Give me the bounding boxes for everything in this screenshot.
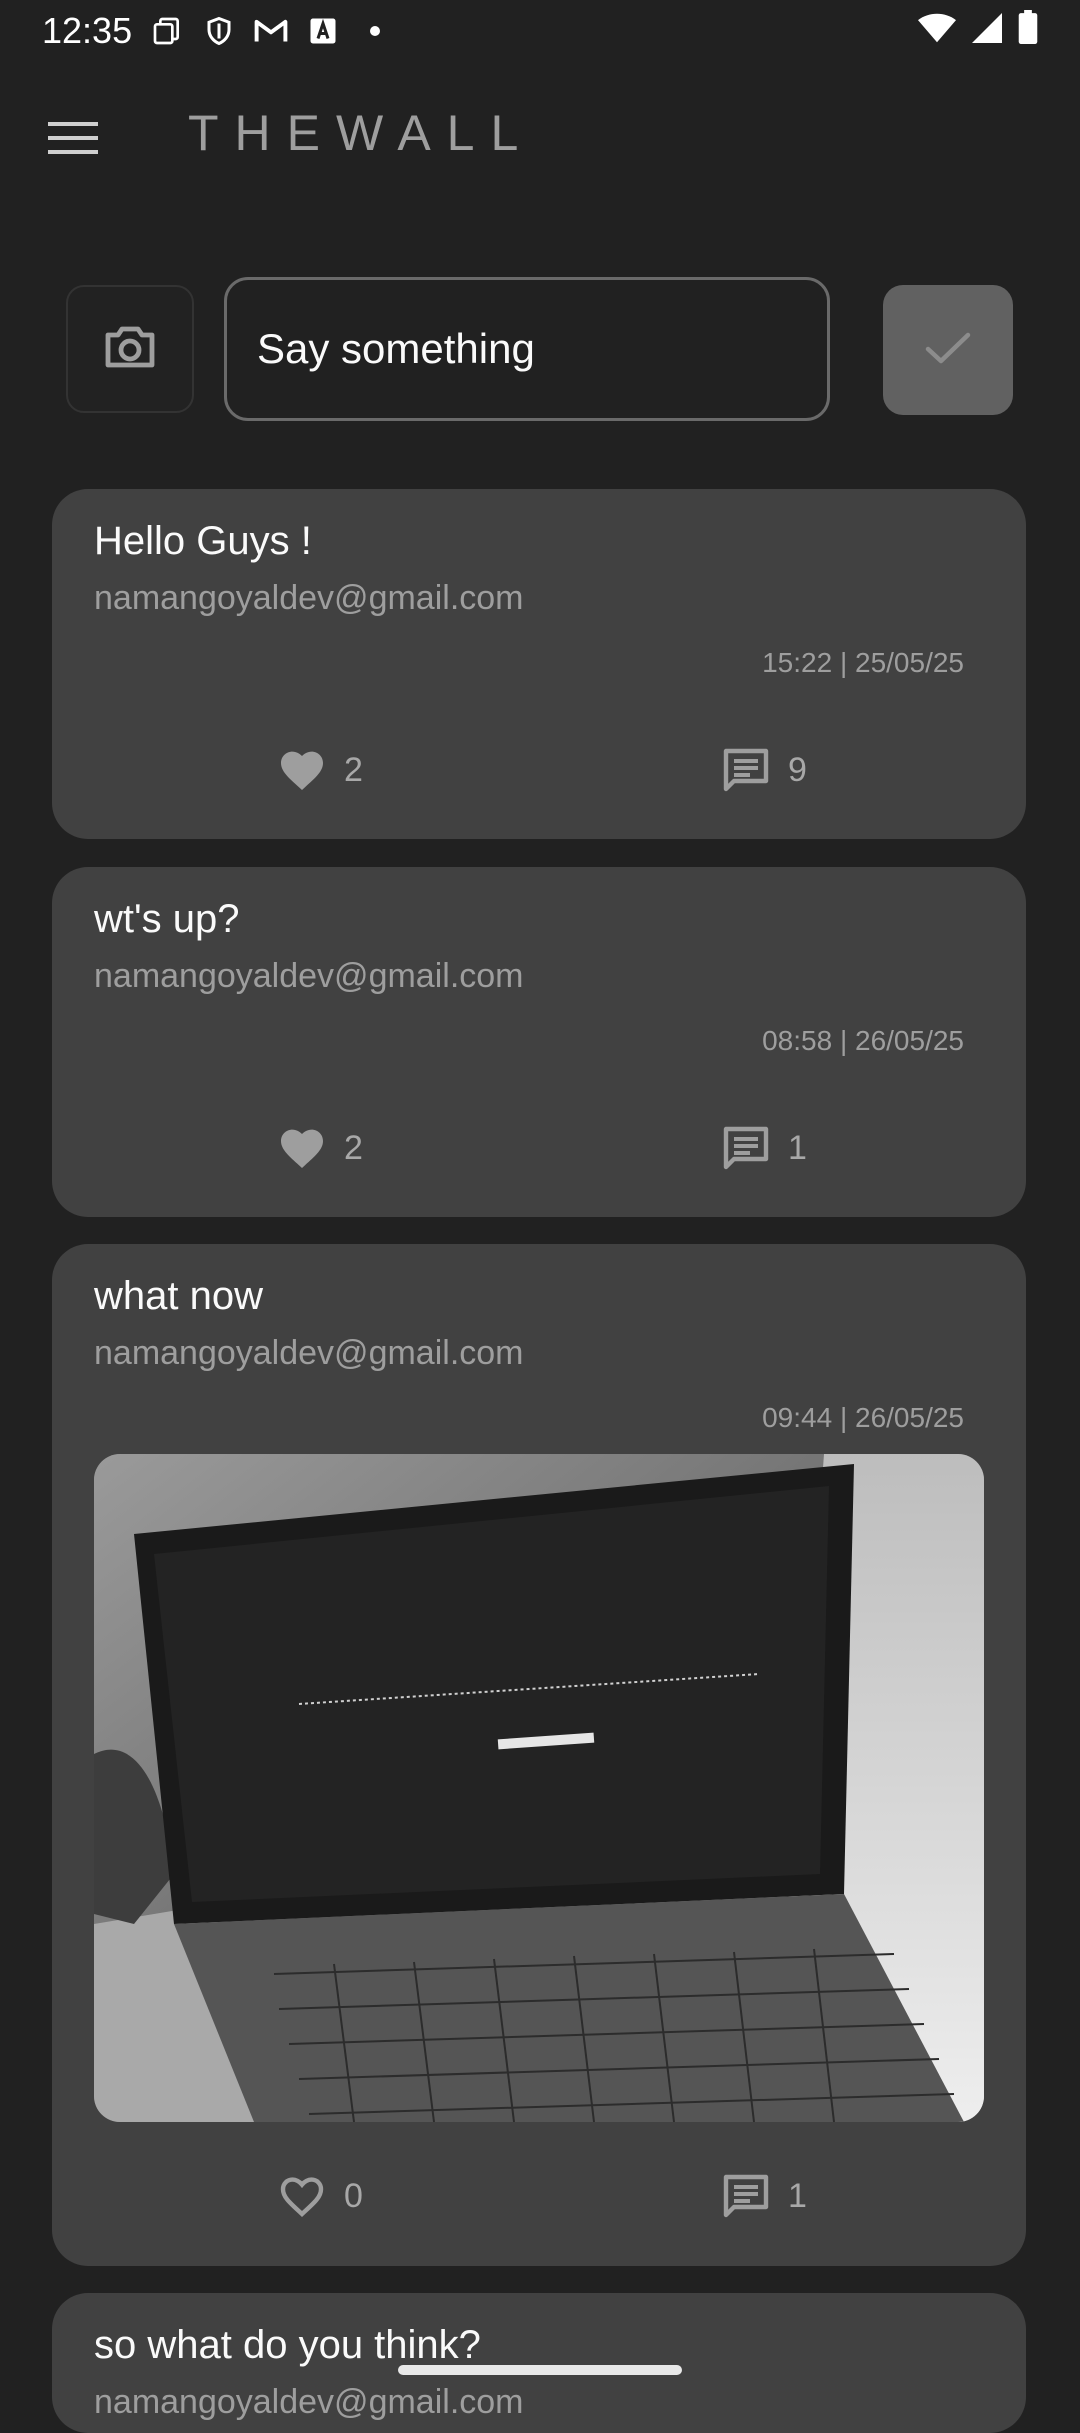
like-count: 0: [344, 2176, 363, 2215]
post-message: what now: [94, 1274, 263, 1318]
post-timestamp: 08:58 | 26/05/25: [762, 1025, 964, 1056]
post-image[interactable]: [94, 1454, 984, 2122]
comment-icon: [720, 744, 772, 796]
post-actions: 0 1: [52, 2170, 1026, 2230]
menu-button[interactable]: [36, 110, 110, 170]
comment-count: 1: [788, 2176, 807, 2215]
post-input-placeholder: Say something: [257, 325, 535, 372]
comment-button[interactable]: 1: [720, 1122, 807, 1174]
heart-filled-icon: [276, 744, 328, 796]
app-bar: THEWALL: [0, 100, 1080, 180]
menu-icon: [48, 120, 98, 161]
comment-icon: [720, 2170, 772, 2222]
camera-icon: [102, 323, 158, 376]
status-bar: 12:35: [0, 0, 1080, 62]
post-author-email: namangoyaldev@gmail.com: [94, 1334, 524, 1372]
post-composer: Say something: [0, 275, 1080, 425]
shield-icon: [202, 14, 236, 48]
post-card: Hello Guys ! namangoyaldev@gmail.com 15:…: [52, 489, 1026, 839]
like-button[interactable]: 2: [276, 744, 363, 796]
like-button[interactable]: 2: [276, 1122, 363, 1174]
post-author-email: namangoyaldev@gmail.com: [94, 957, 524, 995]
post-input[interactable]: Say something: [224, 277, 830, 421]
add-photo-button[interactable]: [66, 285, 194, 413]
app-title: THEWALL: [188, 105, 535, 161]
post-author-email: namangoyaldev@gmail.com: [94, 579, 524, 617]
post-timestamp: 09:44 | 26/05/25: [762, 1402, 964, 1433]
home-indicator[interactable]: [398, 2365, 682, 2375]
post-actions: 2 1: [52, 1122, 1026, 1182]
post-message: Hello Guys !: [94, 519, 312, 563]
post-card: wt's up? namangoyaldev@gmail.com 08:58 |…: [52, 867, 1026, 1217]
post-author-email: namangoyaldev@gmail.com: [94, 2383, 524, 2421]
heart-filled-icon: [276, 1122, 328, 1174]
like-count: 2: [344, 750, 363, 789]
comment-count: 9: [788, 750, 807, 789]
mail-icon: [254, 14, 288, 48]
post-timestamp: 15:22 | 25/05/25: [762, 647, 964, 678]
post-message: wt's up?: [94, 897, 240, 941]
post-submit-button[interactable]: [883, 285, 1013, 415]
copy-icon: [150, 14, 184, 48]
like-button[interactable]: 0: [276, 2170, 363, 2222]
comment-count: 1: [788, 1128, 807, 1167]
status-time: 12:35: [42, 10, 133, 51]
post-message: so what do you think?: [94, 2323, 481, 2367]
wifi-icon: [918, 10, 956, 52]
comment-button[interactable]: 1: [720, 2170, 807, 2222]
signal-icon: [972, 10, 1002, 52]
like-count: 2: [344, 1128, 363, 1167]
comment-button[interactable]: 9: [720, 744, 807, 796]
laptop-photo: [94, 1454, 984, 2122]
heart-outline-icon: [276, 2170, 328, 2222]
notification-dot-icon: [358, 14, 392, 48]
post-card: so what do you think? namangoyaldev@gmai…: [52, 2293, 1026, 2433]
comment-icon: [720, 1122, 772, 1174]
post-actions: 2 9: [52, 744, 1026, 804]
check-icon: [923, 328, 973, 373]
battery-icon: [1018, 9, 1038, 53]
post-card: what now namangoyaldev@gmail.com 09:44 |…: [52, 1244, 1026, 2266]
font-icon: [306, 14, 340, 48]
